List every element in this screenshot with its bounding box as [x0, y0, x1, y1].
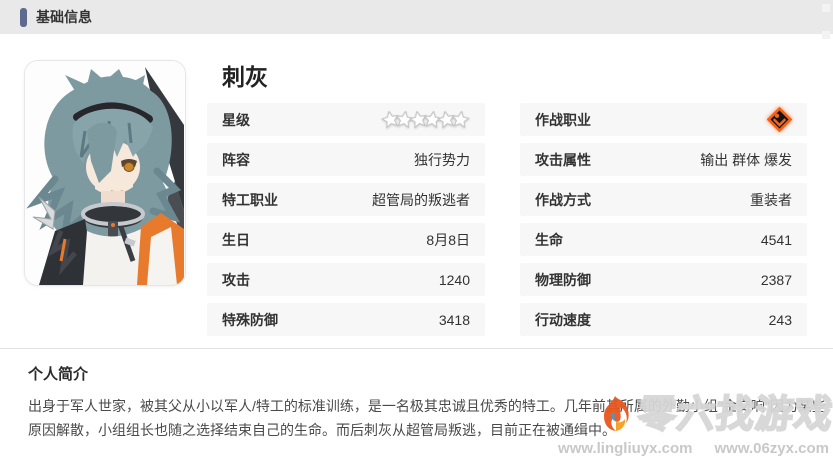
info-row-label: 作战方式 — [535, 190, 591, 210]
section-title: 基础信息 — [36, 7, 92, 27]
info-row-value: 4541 — [761, 232, 792, 248]
heavy-class-diamond-icon — [767, 107, 792, 132]
section-divider — [0, 348, 833, 349]
info-row-label: 物理防御 — [535, 270, 591, 290]
character-name: 刺灰 — [222, 58, 268, 92]
info-row: 攻击属性 输出 群体 爆发 — [520, 143, 807, 176]
watermark-url-2: www.06zyx.com — [715, 440, 830, 457]
info-row-value: 2387 — [761, 272, 792, 288]
info-row-value: 输出 群体 爆发 — [700, 150, 792, 170]
info-row-value: 重装者 — [750, 190, 792, 210]
info-row-label: 生命 — [535, 230, 563, 250]
info-row-label: 星级 — [222, 110, 250, 130]
info-row-label: 阵容 — [222, 150, 250, 170]
info-row: 作战方式 重装者 — [520, 183, 807, 216]
info-row-label: 攻击属性 — [535, 150, 591, 170]
info-row: 阵容 独行势力 — [207, 143, 485, 176]
decor-square — [822, 31, 830, 39]
info-row-label: 特工职业 — [222, 190, 278, 210]
info-row: 行动速度 243 — [520, 303, 807, 336]
section-indicator-bar — [20, 8, 27, 27]
basic-info-table-left: 星级阵容 独行势力特工职业 超管局的叛逃者生日 8月8日攻击 1240 特殊防御 3418 — [207, 103, 485, 343]
info-row: 星级 — [207, 103, 485, 136]
info-row: 作战职业 — [520, 103, 807, 136]
info-row-label: 作战职业 — [535, 110, 591, 130]
decor-square — [822, 4, 830, 12]
page: 基础信息 — [0, 0, 833, 459]
watermark-url-1: www.lingliuyx.com — [558, 440, 692, 457]
star-rating — [386, 110, 470, 129]
info-row: 物理防御 2387 — [520, 263, 807, 296]
watermark-urls: www.lingliuyx.com www.06zyx.com — [558, 440, 829, 457]
info-row: 特工职业 超管局的叛逃者 — [207, 183, 485, 216]
info-row-label: 攻击 — [222, 270, 250, 290]
info-row-value: 8月8日 — [426, 230, 470, 250]
profile-text: 出身于军人世家，被其父从小以军人/特工的标准训练，是一名极其忠诚且优秀的特工。几… — [28, 394, 829, 442]
info-row-label: 特殊防御 — [222, 310, 278, 330]
profile-title: 个人简介 — [28, 363, 88, 384]
info-row-value: 243 — [769, 312, 792, 328]
combat-class-icon-cell — [767, 107, 792, 132]
character-portrait-art — [25, 61, 185, 285]
basic-info-table-right: 作战职业攻击属性 输出 群体 爆发作战方式 重装者生命 4541 物理防御 2387 行动速… — [520, 103, 807, 343]
info-row-label: 行动速度 — [535, 310, 591, 330]
info-row: 生日 8月8日 — [207, 223, 485, 256]
info-row-value: 3418 — [439, 312, 470, 328]
info-row-value: 独行势力 — [414, 150, 470, 170]
star-icon — [450, 109, 471, 130]
info-row-label: 生日 — [222, 230, 250, 250]
info-row: 生命 4541 — [520, 223, 807, 256]
info-row: 攻击 1240 — [207, 263, 485, 296]
info-row: 特殊防御 3418 — [207, 303, 485, 336]
info-row-value: 1240 — [439, 272, 470, 288]
section-header: 基础信息 — [0, 0, 833, 34]
character-portrait — [24, 60, 186, 286]
info-row-value: 超管局的叛逃者 — [372, 190, 470, 210]
